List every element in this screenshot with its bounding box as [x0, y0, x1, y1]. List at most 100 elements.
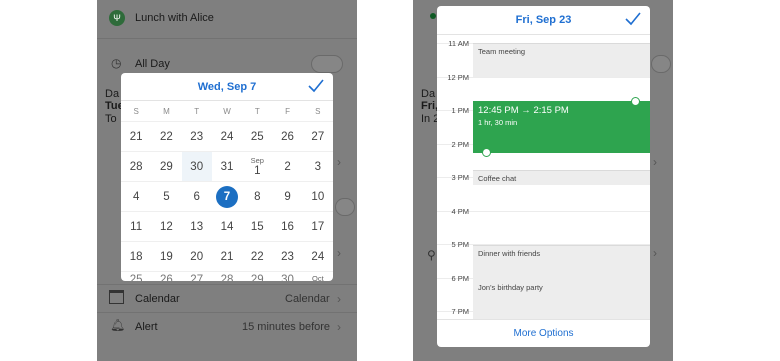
day-number: 16	[281, 220, 294, 233]
day-cell[interactable]: 16	[272, 212, 302, 241]
selected-event-time: 12:45 PM → 2:15 PM	[478, 105, 569, 116]
day-number: 18	[129, 250, 143, 263]
divider	[97, 312, 357, 313]
day-timeline: Team meeting Coffee chat Dinner with fri…	[437, 35, 650, 319]
day-cell[interactable]: 29	[242, 272, 272, 281]
day-cell[interactable]: 26	[272, 122, 302, 151]
event-title: Team meeting	[478, 47, 526, 56]
day-cell[interactable]: 25	[121, 272, 151, 281]
day-cell[interactable]: 14	[212, 212, 242, 241]
date-picker-header: Wed, Sep 7	[121, 73, 333, 101]
chevron-right-icon: ›	[337, 320, 341, 334]
day-cell[interactable]: 9	[272, 182, 302, 211]
weekday-label: W	[223, 106, 231, 116]
hour-label: 3 PM	[451, 173, 469, 182]
peek-text: To	[105, 113, 117, 125]
day-view-title: Fri, Sep 23	[515, 14, 572, 26]
event-coffee-chat[interactable]: Coffee chat	[473, 170, 650, 185]
day-cell[interactable]: 17	[303, 212, 333, 241]
day-cell[interactable]: 8	[242, 182, 272, 211]
day-number: 11	[130, 220, 143, 233]
day-cell[interactable]: 12	[151, 212, 181, 241]
toggle[interactable]	[335, 198, 355, 216]
chevron-right-icon: ›	[337, 292, 341, 306]
event-title: Lunch with Alice	[135, 12, 214, 24]
day-number: 14	[220, 220, 234, 233]
checkmark-icon[interactable]	[308, 79, 324, 93]
day-number: 28	[220, 274, 234, 281]
fork-knife-icon: Ψ	[109, 10, 125, 26]
peek-text: Da	[421, 88, 436, 100]
day-cell[interactable]: 22	[242, 242, 272, 271]
all-day-toggle[interactable]	[311, 55, 343, 73]
left-screen: Ψ Lunch with Alice ◷ All Day Da Tue To ›…	[97, 0, 357, 361]
day-cell[interactable]: 10	[303, 182, 333, 211]
day-cell[interactable]: 15	[242, 212, 272, 241]
day-cell[interactable]: 5	[151, 182, 181, 211]
resize-handle-top[interactable]	[631, 97, 640, 106]
day-number: 21	[220, 250, 234, 263]
day-cell[interactable]: Oct	[303, 272, 333, 281]
week-row: 11 12 13 14 15 16 17	[121, 211, 333, 241]
day-cell[interactable]: 18	[121, 242, 151, 271]
day-cell[interactable]: 30	[181, 152, 212, 181]
day-cell[interactable]: 21	[121, 122, 151, 151]
day-cell[interactable]: 26	[151, 272, 181, 281]
day-cell[interactable]: 13	[182, 212, 212, 241]
toggle[interactable]	[651, 55, 671, 73]
day-cell[interactable]: 23	[182, 122, 212, 151]
day-cell[interactable]: 11	[121, 212, 151, 241]
chevron-right-icon: ›	[653, 155, 657, 169]
weekday-label: S	[133, 106, 139, 116]
day-cell[interactable]: 19	[151, 242, 181, 271]
week-row: 25 26 27 28 29 30 Oct	[121, 271, 333, 281]
day-cell[interactable]: 3	[303, 152, 333, 181]
alert-label: Alert	[135, 321, 158, 333]
day-cell[interactable]: 4	[121, 182, 151, 211]
selected-event[interactable]: 12:45 PM → 2:15 PM 1 hr, 30 min	[473, 101, 650, 153]
day-cell[interactable]: 28	[121, 152, 151, 181]
event-team-meeting[interactable]: Team meeting	[473, 43, 650, 77]
day-cell[interactable]: 30	[272, 272, 302, 281]
month-grid: 21 22 23 24 25 26 27 28 29 30 31 Sep 1 2 3 4 5 6 7 8 9 10 11 12…	[121, 121, 333, 281]
day-number: 22	[250, 250, 264, 263]
day-number: 15	[250, 220, 264, 233]
day-cell[interactable]: 20	[182, 242, 212, 271]
day-cell[interactable]: 6	[182, 182, 212, 211]
day-cell[interactable]: 23	[272, 242, 302, 271]
day-cell[interactable]: 25	[242, 122, 272, 151]
day-cell[interactable]: 27	[182, 272, 212, 281]
day-number: 27	[190, 274, 204, 281]
calendar-value[interactable]: Calendar	[285, 293, 330, 305]
day-number: 26	[160, 274, 173, 281]
day-cell[interactable]: 31	[212, 152, 242, 181]
event-dinner[interactable]: Dinner with friends	[473, 245, 650, 280]
right-screen: Da Fri, In 2 ⚲ › › Fri, Sep 23 Team meet…	[413, 0, 673, 361]
peek-text: Da	[105, 88, 120, 100]
day-cell[interactable]: Sep 1	[242, 152, 272, 181]
selected-event-duration: 1 hr, 30 min	[478, 118, 518, 127]
day-cell[interactable]: 21	[212, 242, 242, 271]
resize-handle-bottom[interactable]	[482, 148, 491, 157]
day-number: 3	[314, 160, 322, 173]
day-cell[interactable]: 2	[272, 152, 302, 181]
day-cell[interactable]: 22	[151, 122, 181, 151]
day-number: 5	[163, 190, 170, 203]
event-birthday[interactable]: Jon's birthday party	[473, 280, 650, 319]
hour-label: 11 AM	[448, 39, 469, 48]
alert-value[interactable]: 15 minutes before	[242, 321, 330, 333]
day-cell[interactable]: 27	[303, 122, 333, 151]
checkmark-icon[interactable]	[625, 12, 641, 26]
day-number: 23	[190, 130, 204, 143]
day-cell-selected[interactable]: 7	[212, 182, 242, 211]
day-number: 28	[129, 160, 143, 173]
day-cell[interactable]: 29	[151, 152, 181, 181]
day-cell[interactable]: 24	[303, 242, 333, 271]
month-label: Oct	[311, 274, 324, 281]
day-cell[interactable]: 24	[212, 122, 242, 151]
day-cell[interactable]: 28	[212, 272, 242, 281]
more-options-button[interactable]: More Options	[437, 319, 650, 347]
weekday-label: T	[254, 106, 260, 116]
day-number: 9	[284, 190, 291, 203]
weekday-row: SMTWTFS	[121, 101, 333, 121]
